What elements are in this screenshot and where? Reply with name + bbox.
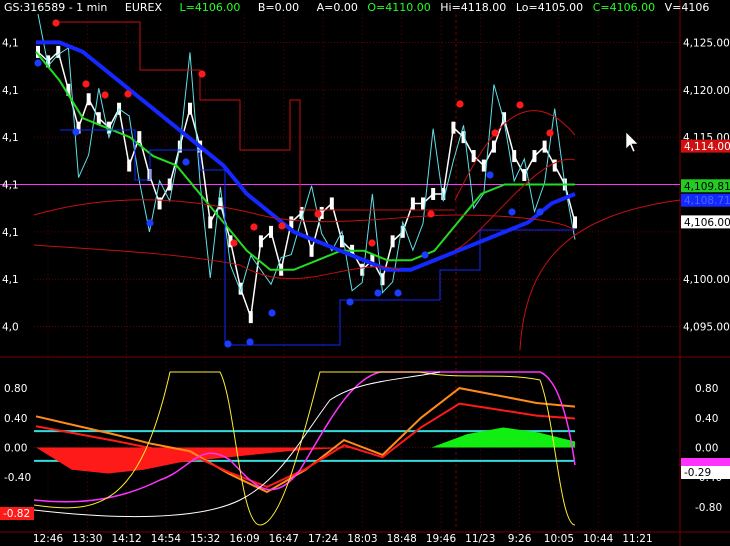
osc-tick-label: 0.00 [695,443,718,455]
osc-tick-label-left: -0.40 [4,472,31,484]
signal-dot-red [427,210,435,218]
volume-value: V=4106 [664,1,710,14]
time-tick-label: 14:12 [111,533,141,545]
price-tick-label-left: 4,0 [2,322,19,334]
price-badge-label: 4,109.81 [684,181,730,193]
price-badge-label: 4,114.00 [684,141,730,153]
signal-dot-red [52,19,60,27]
blue-moving-average [36,40,576,272]
signal-dot-red [456,100,464,108]
price-tick-label-left: 4,1 [2,274,19,286]
high-value: Hi=4118.00 [440,1,507,14]
signal-dot-blue [421,251,429,259]
white-oscillator-line [33,371,441,518]
signal-dot-red [546,129,554,137]
signal-dot-red [198,70,206,78]
price-tick-label: 4,100.00 [683,274,730,286]
price-badge-label: 4,106.00 [684,217,730,229]
time-tick-label: 19:46 [426,533,457,545]
price-tick-label-left: 4,1 [2,37,19,49]
blue-stop-line [60,129,575,346]
red-stop-line [58,21,455,211]
osc-badge-label: -0.29 [684,467,711,479]
price-tick-label-left: 4,1 [2,180,19,192]
signal-dot-blue [536,208,544,216]
osc-badge-magenta [681,458,730,466]
symbol-label: GS:316589 - 1 min [4,1,108,14]
mouse-pointer-icon [625,131,639,153]
close-value: C=4106.00 [592,1,656,14]
osc-tick-label-left: 0.80 [4,383,27,395]
open-value: O=4110.00 [367,1,431,14]
signal-dot-blue [486,171,494,179]
bid-value: B=0.00 [257,1,300,14]
signal-dot-blue [268,309,276,317]
signal-dot-blue [146,219,154,227]
time-tick-label: 16:09 [229,533,259,545]
time-tick-label: 10:05 [544,533,574,545]
price-tick-label: 4,125.00 [683,37,730,49]
time-tick-label: 17:24 [308,533,339,545]
signal-dot-blue [394,289,402,297]
time-tick-label: 14:54 [151,533,182,545]
signal-dot-blue [34,59,42,67]
price-pane[interactable] [0,13,681,351]
signal-dot-red [368,239,376,247]
signal-dot-red [314,210,322,218]
price-badge-label: 4,108.71 [684,195,730,207]
signal-dot-red [101,91,109,99]
price-tick-label-left: 4,1 [2,132,19,144]
signal-dot-blue [72,128,80,136]
price-tick-label-left: 4,1 [2,85,19,97]
red-band-line [519,199,681,351]
time-tick-label: 18:48 [387,533,417,545]
time-tick-label: 10:44 [583,533,614,545]
price-tick-label-left: 4,1 [2,227,19,239]
ask-value: A=0.00 [316,1,358,14]
osc-left-badge-label: -0.82 [3,508,30,520]
signal-dot-blue [374,289,382,297]
last-price: L=4106.00 [179,1,241,14]
signal-dot-red [230,239,238,247]
osc-tick-label: 0.40 [695,413,718,425]
time-tick-label: 11:21 [622,533,652,545]
time-tick-label: 11/23 [465,533,495,545]
price-tick-label: 4,120.00 [683,85,730,97]
time-tick-label: 13:30 [72,533,102,545]
time-tick-label: 18:03 [347,533,377,545]
exchange-label: EUREX [124,1,163,14]
signal-dot-red [516,101,524,109]
osc-tick-label: 0.80 [695,383,718,395]
signal-dot-blue [508,208,516,216]
low-value: Lo=4105.00 [515,1,584,14]
signal-dot-red [491,129,499,137]
signal-dot-blue [346,298,354,306]
trading-chart[interactable]: 4,125.004,120.004,115.004,100.004,095.00… [0,0,730,546]
time-tick-label: 16:47 [269,533,299,545]
signal-dot-red [250,223,258,231]
price-tick-label: 4,095.00 [683,322,730,334]
oscillator-pane[interactable] [33,371,576,526]
time-tick-label: 12:46 [33,533,64,545]
osc-tick-label-left: 0.40 [4,413,27,425]
signal-dot-red [82,80,90,88]
signal-dot-blue [182,158,190,166]
signal-dot-blue [246,338,254,346]
quote-header: GS:316589 - 1 min EUREX L=4106.00 B=0.00… [4,1,723,14]
signal-dot-red [124,90,132,98]
time-tick-label: 15:32 [190,533,220,545]
signal-dot-red [278,222,286,230]
signal-dot-blue [224,340,232,348]
osc-tick-label: -0.80 [695,502,722,514]
time-tick-label: 9:26 [508,533,532,545]
osc-tick-label-left: 0.00 [4,443,27,455]
